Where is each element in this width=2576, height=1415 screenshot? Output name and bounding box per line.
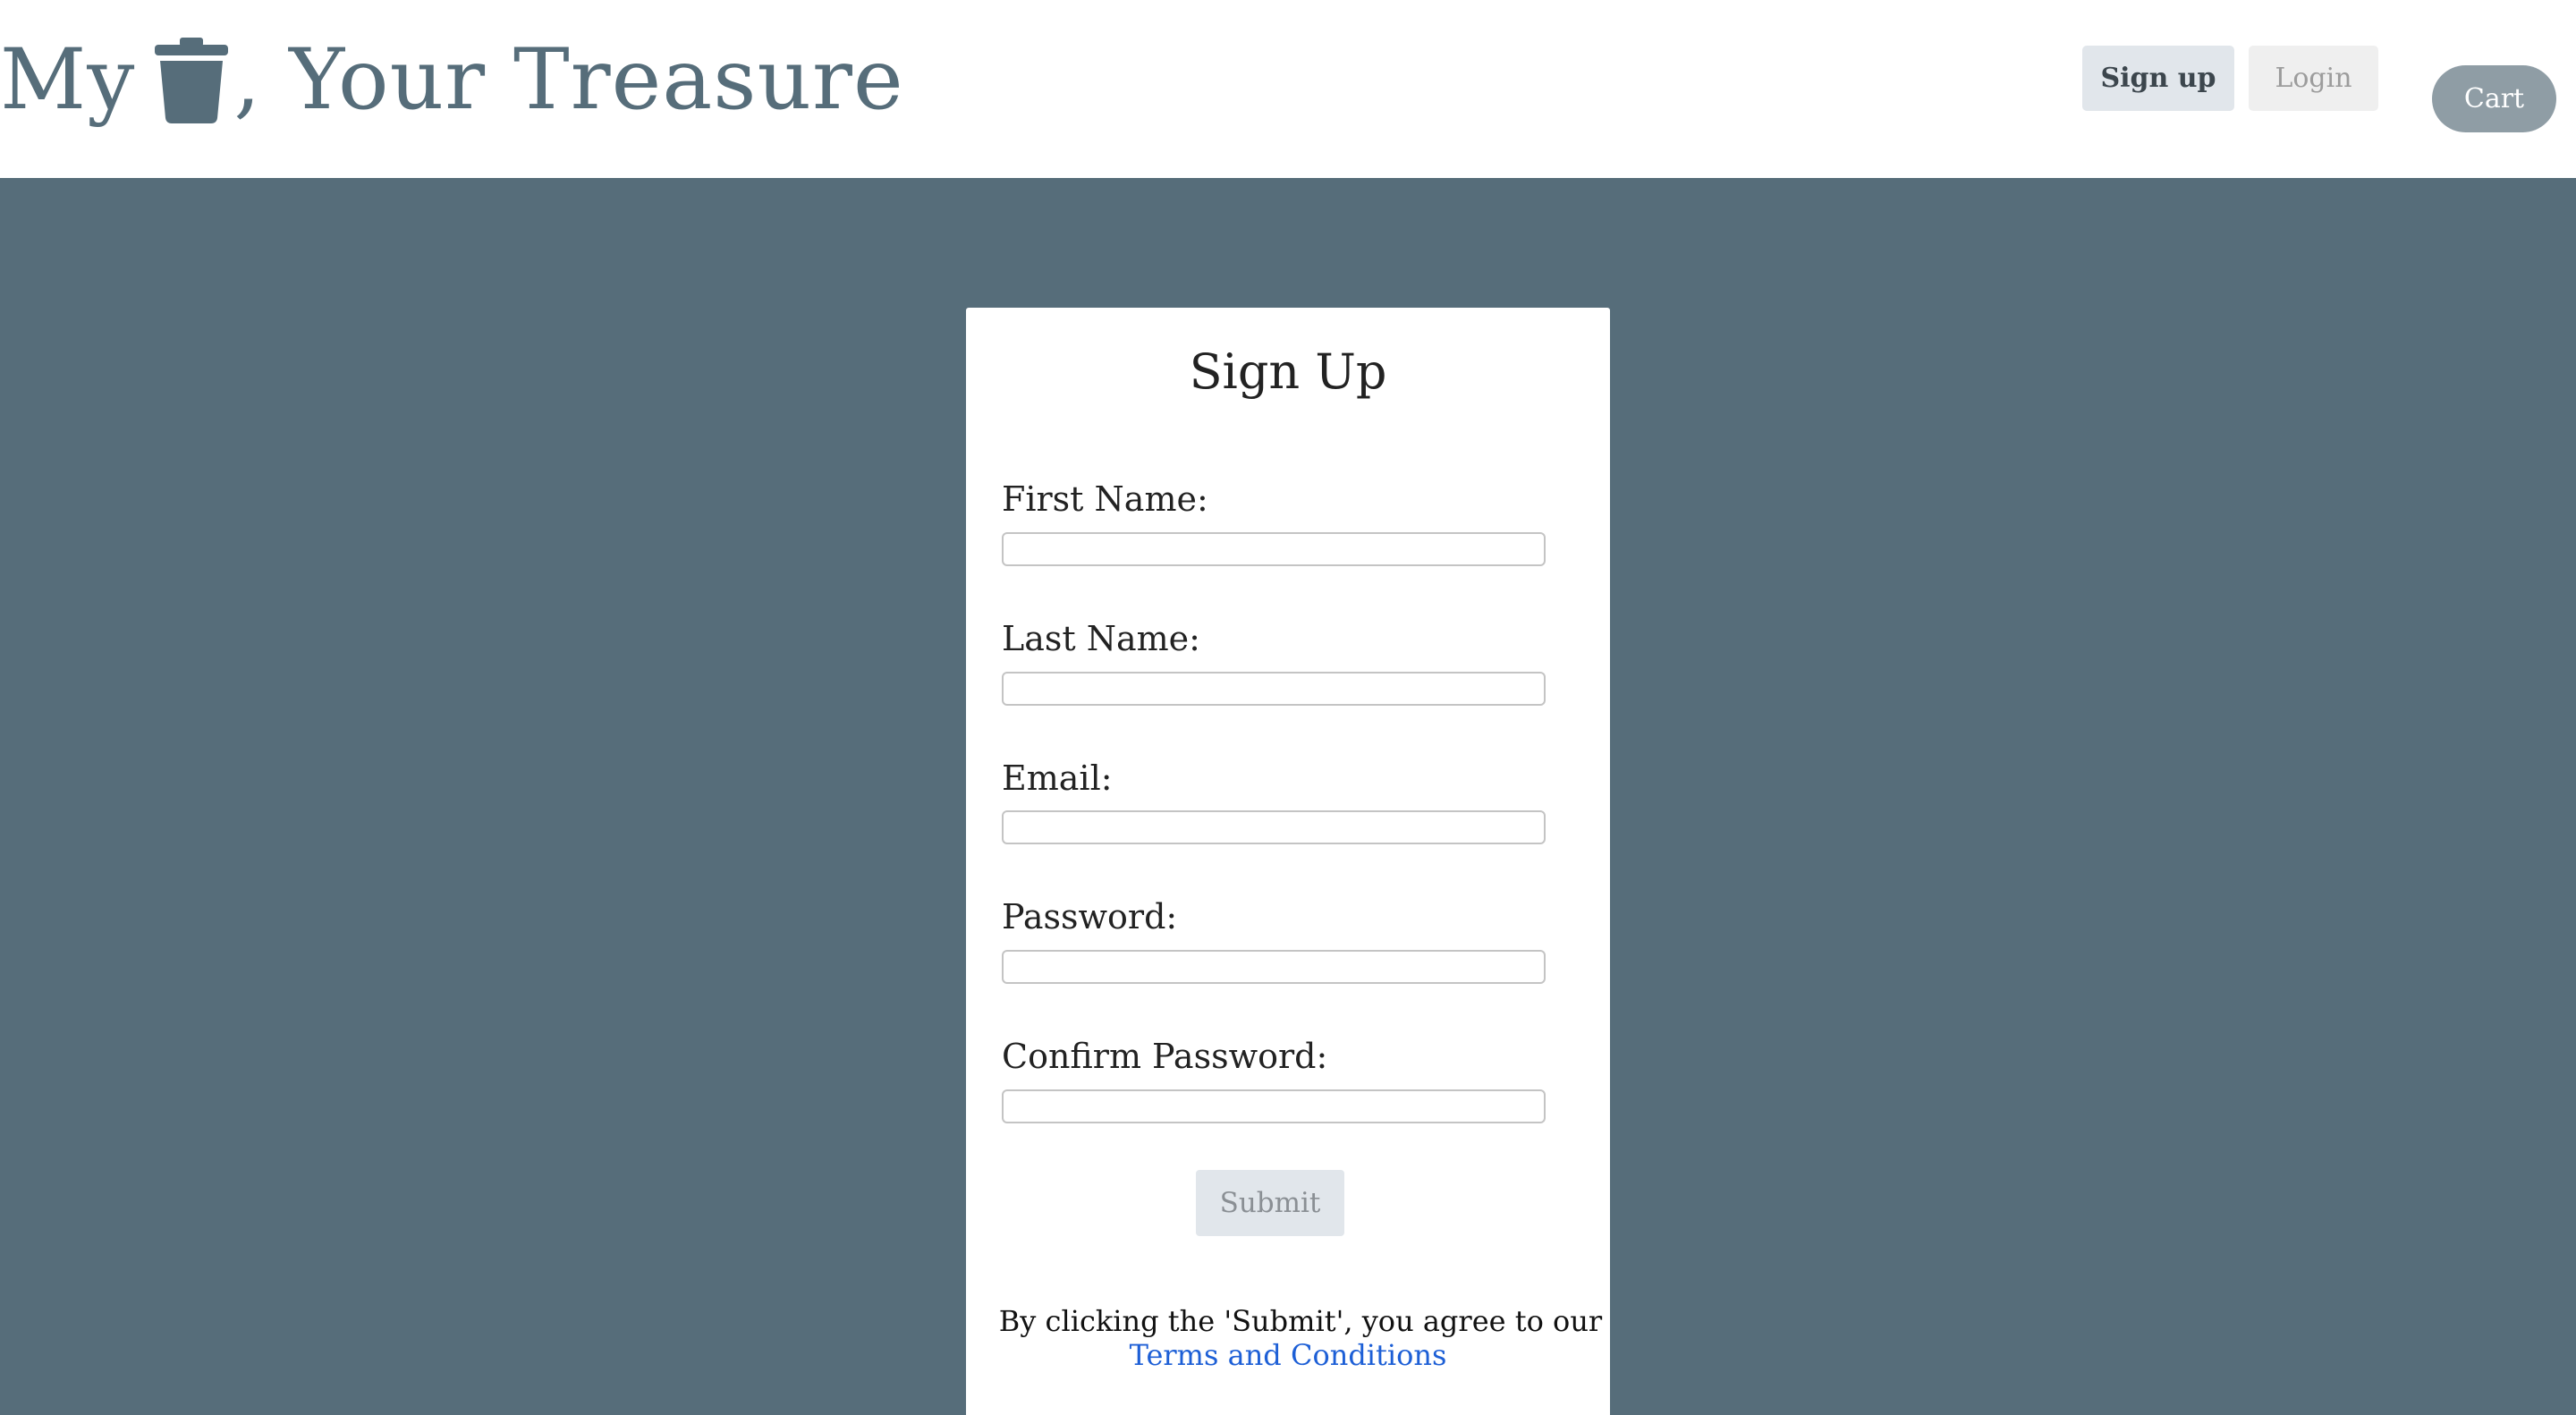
terms-link[interactable]: Terms and Conditions <box>966 1338 1610 1372</box>
confirm-password-label: Confirm Password: <box>1002 1037 1328 1076</box>
last-name-label: Last Name: <box>1002 619 1200 658</box>
form-title: Sign Up <box>1189 343 1387 400</box>
last-name-input[interactable] <box>1002 672 1546 706</box>
confirm-password-input[interactable] <box>1002 1089 1546 1123</box>
site-header: My , Your Treasure Sign up Login Cart <box>0 0 2576 178</box>
brand-prefix: My <box>0 31 136 129</box>
signup-nav-button[interactable]: Sign up <box>2082 46 2234 111</box>
email-label: Email: <box>1002 758 1113 798</box>
password-label: Password: <box>1002 897 1178 936</box>
submit-button[interactable]: Submit <box>1196 1170 1344 1236</box>
brand-suffix: , Your Treasure <box>233 31 904 129</box>
password-input[interactable] <box>1002 950 1546 984</box>
email-input[interactable] <box>1002 810 1546 844</box>
first-name-input[interactable] <box>1002 532 1546 566</box>
agreement-text: By clicking the 'Submit', you agree to o… <box>998 1304 1603 1338</box>
trash-icon <box>155 38 229 123</box>
cart-button[interactable]: Cart <box>2432 65 2556 132</box>
first-name-label: First Name: <box>1002 479 1208 519</box>
login-nav-button[interactable]: Login <box>2249 46 2378 111</box>
signup-card: Sign Up First Name: Last Name: Email: Pa… <box>966 308 1610 1415</box>
brand-logo[interactable]: My , Your Treasure <box>0 27 904 134</box>
